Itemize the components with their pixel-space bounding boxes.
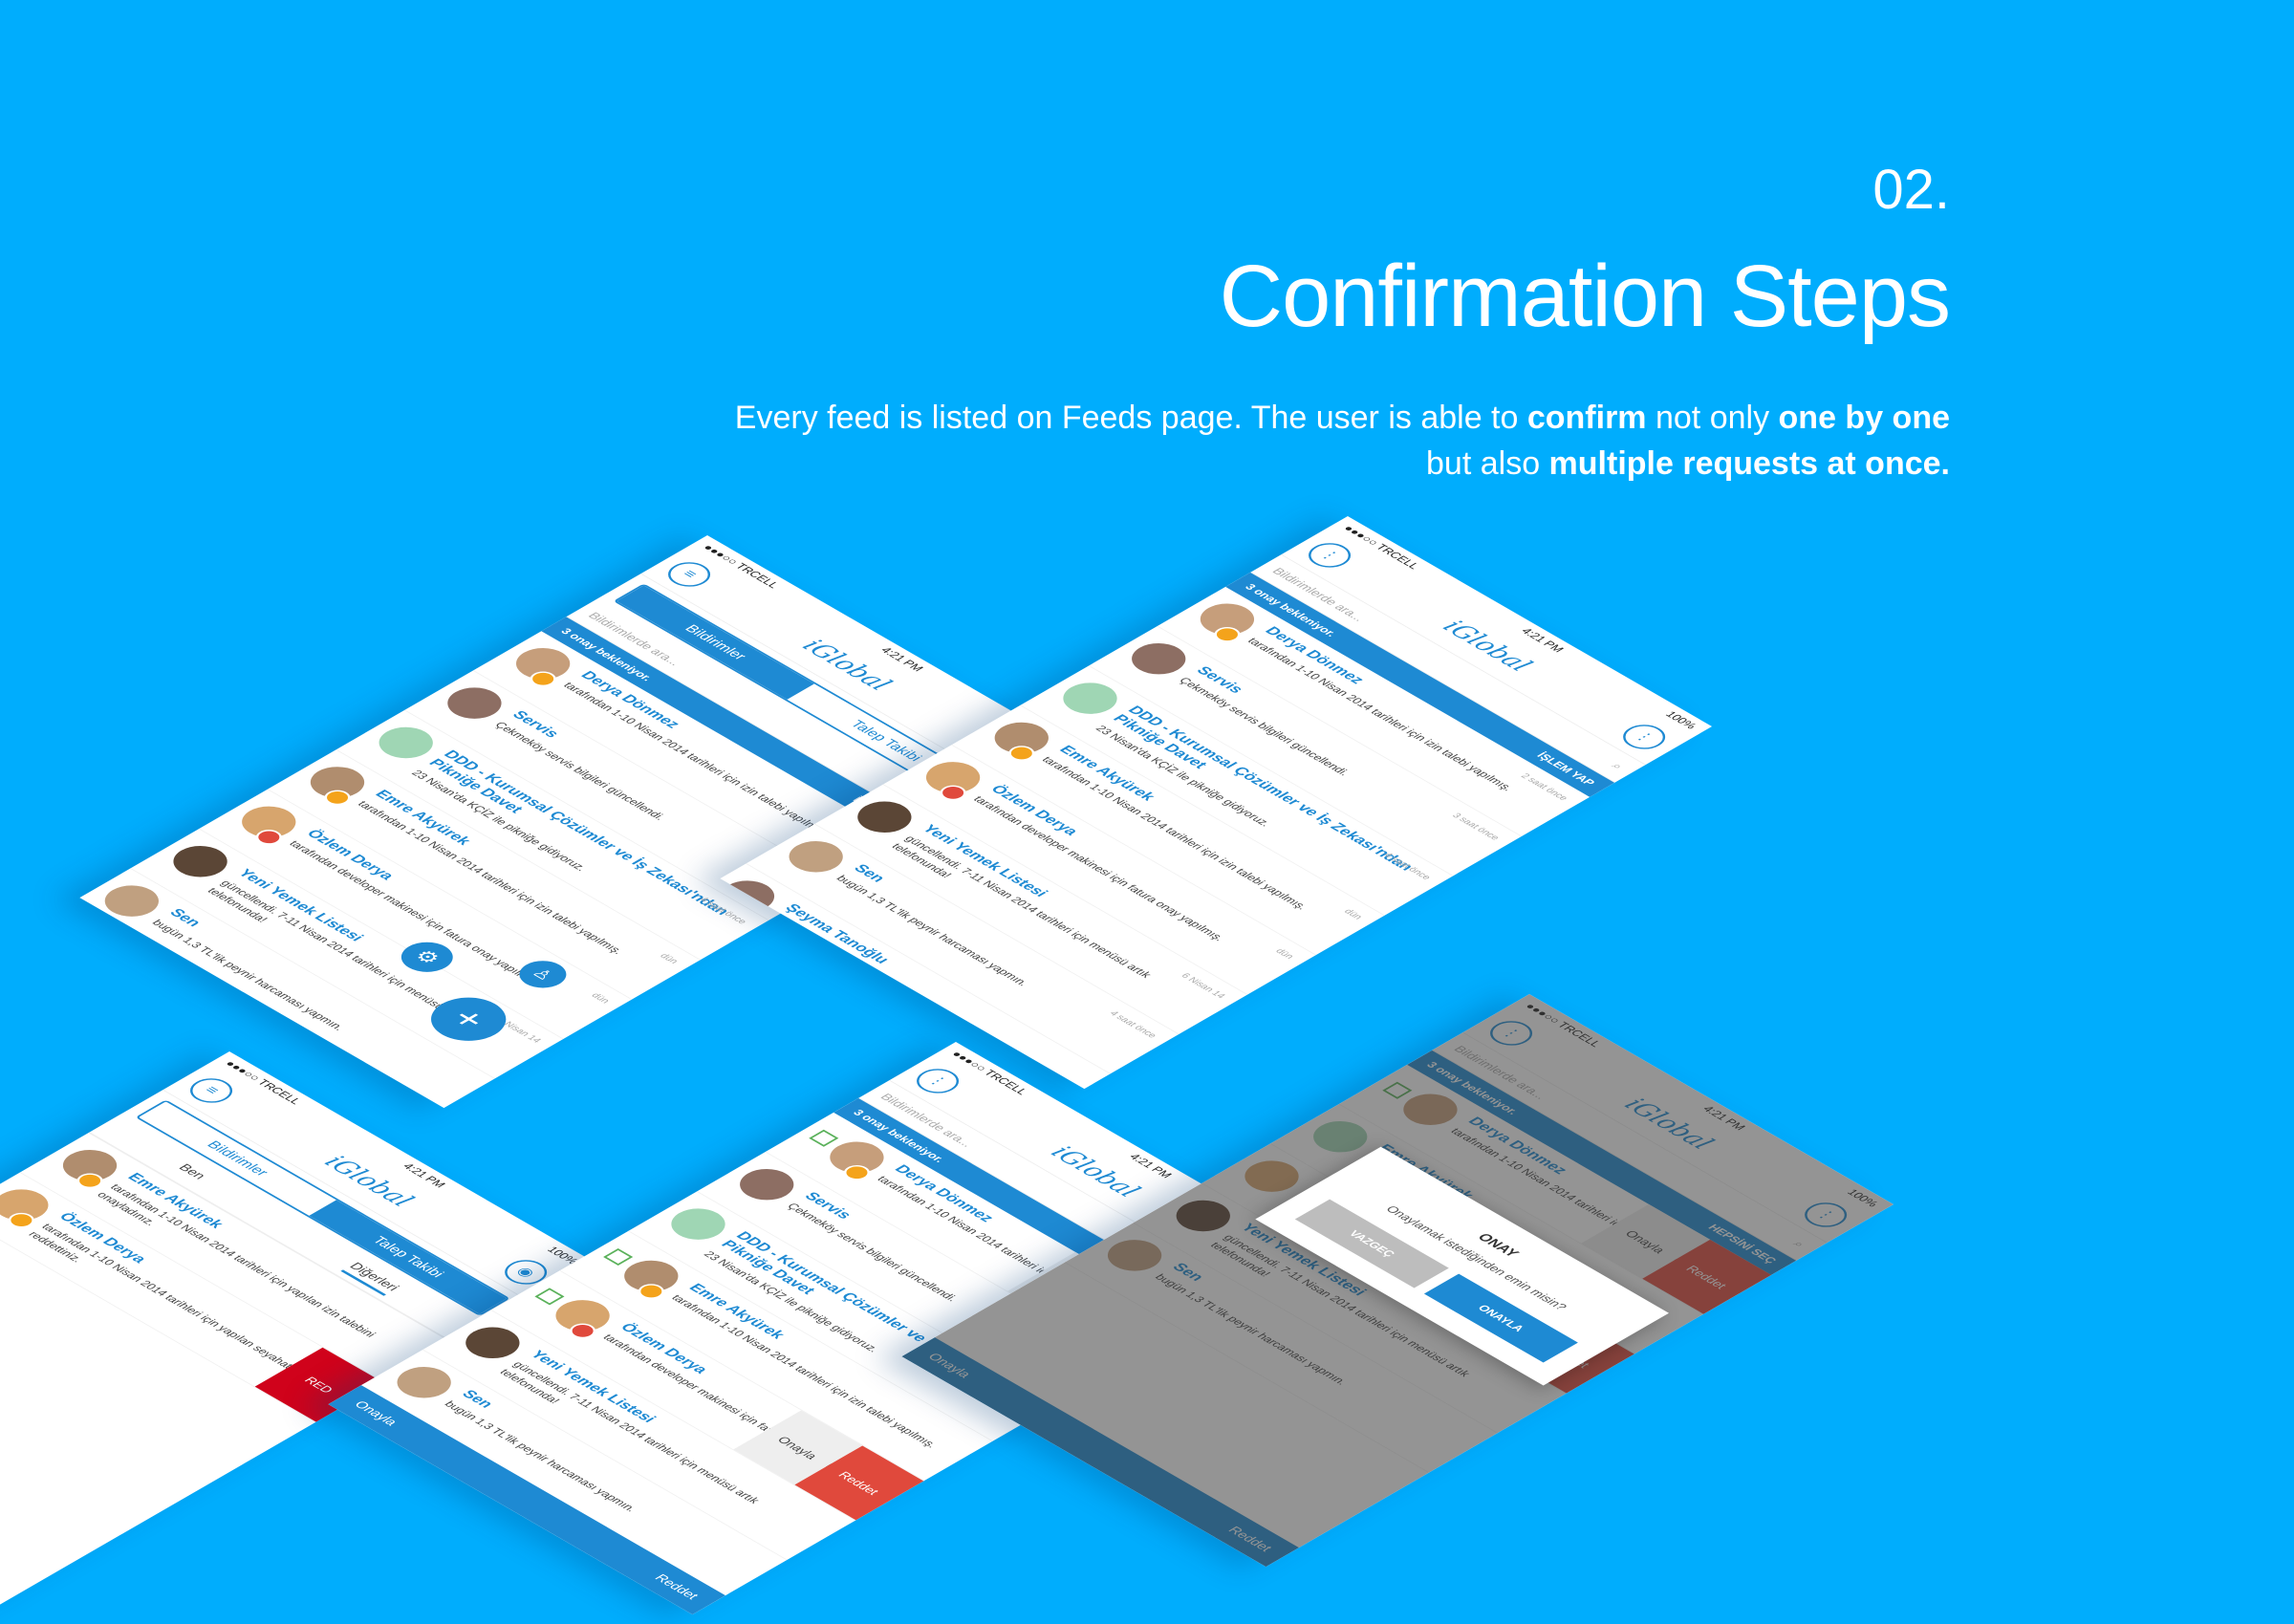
avatar xyxy=(1096,1233,1173,1278)
avatar xyxy=(1302,1115,1379,1159)
app-header: ⋮ iGlobal ⋮ xyxy=(1462,1005,1874,1244)
desc-part: but also xyxy=(1426,445,1549,483)
menu-icon[interactable]: ≡ xyxy=(181,1072,242,1108)
badge-icon xyxy=(1003,742,1040,764)
checkbox[interactable] xyxy=(603,1248,634,1266)
badge-icon xyxy=(250,826,288,848)
avatar xyxy=(52,1143,128,1192)
avatar xyxy=(728,1162,806,1207)
more-icon[interactable]: ⋮ xyxy=(1795,1197,1856,1232)
desc-part: Every feed is listed on Feeds page. The … xyxy=(734,400,1527,437)
search-placeholder: Bildirimlerde ara... xyxy=(1451,1043,1551,1101)
badge-icon xyxy=(72,1170,109,1192)
confirm-button[interactable]: ONAYLA xyxy=(1423,1273,1578,1363)
avatar xyxy=(454,1320,531,1365)
avatar xyxy=(385,1360,463,1405)
badge-icon xyxy=(633,1280,670,1302)
clock: 4:21 PM xyxy=(1699,1103,1749,1133)
badge-icon xyxy=(525,668,562,690)
avatar xyxy=(1120,637,1198,682)
menu-icon[interactable]: ≡ xyxy=(659,556,720,592)
select-all-button[interactable]: HEPSİNİ SEÇ xyxy=(1705,1223,1780,1266)
more-icon[interactable]: ⋮ xyxy=(907,1063,968,1098)
avatar xyxy=(1189,596,1266,645)
pending-count: 3 onay bekleniyor. xyxy=(1423,1059,1522,1116)
checkbox[interactable] xyxy=(1382,1081,1413,1099)
section-number: 02. xyxy=(1872,159,1950,221)
more-icon[interactable]: ⋮ xyxy=(1613,719,1675,754)
approve-button[interactable]: Onayla xyxy=(1581,1203,1711,1279)
search-icon[interactable]: ⌕ xyxy=(1789,1239,1808,1250)
avatar xyxy=(162,839,239,884)
desc-bold: confirm xyxy=(1526,400,1647,437)
reject-button[interactable]: Reddet xyxy=(1642,1239,1772,1314)
avatar xyxy=(505,641,581,690)
badge-icon xyxy=(3,1209,40,1231)
avatar xyxy=(299,760,376,809)
carrier: ●●●○○ TRCELL xyxy=(1522,1001,1605,1050)
avatar xyxy=(1233,1154,1310,1199)
avatar xyxy=(660,1202,737,1246)
section-description: Every feed is listed on Feeds page. The … xyxy=(516,395,1950,487)
avatar xyxy=(230,799,308,848)
avatar xyxy=(1165,1194,1242,1238)
badge-icon xyxy=(838,1161,876,1183)
avatar xyxy=(1051,676,1129,721)
hero-section: 02. Confirmation Steps Every feed is lis… xyxy=(516,159,1951,487)
avatar xyxy=(846,794,923,839)
phone-confirm-modal: ●●●○○ TRCELL 4:21 PM 100% ⋮ iGlobal ⋮ Bi… xyxy=(901,994,1894,1568)
phone-feed-pending: ●●●○○ TRCELL 4:21 PM 100% ⋮ iGlobal ⋮ Bi… xyxy=(720,516,1713,1090)
section-title: Confirmation Steps xyxy=(1219,248,1951,345)
badge-icon xyxy=(319,787,357,809)
battery: 100% xyxy=(1844,1187,1882,1209)
avatar xyxy=(984,716,1060,764)
checkbox[interactable] xyxy=(534,1288,565,1306)
avatar xyxy=(1392,1087,1469,1132)
cancel-button[interactable]: VAZGEÇ xyxy=(1294,1199,1449,1288)
more-icon[interactable]: ⋮ xyxy=(1481,1015,1542,1050)
avatar xyxy=(94,878,170,923)
more-icon[interactable]: ⋮ xyxy=(1299,537,1360,573)
confirm-dialog: ONAY Onaylamak istediğinden emin misin? … xyxy=(1255,1146,1669,1386)
badge-icon xyxy=(564,1320,601,1342)
desc-bold: one by one xyxy=(1778,400,1950,437)
status-bar: ●●●○○ TRCELL 4:21 PM 100% xyxy=(1509,994,1894,1216)
avatar xyxy=(367,721,444,766)
search-icon[interactable]: ⌕ xyxy=(1608,761,1627,772)
avatar xyxy=(436,681,513,725)
app-logo: iGlobal xyxy=(1617,1094,1720,1154)
desc-bold: multiple requests at once. xyxy=(1548,445,1950,483)
checkbox[interactable] xyxy=(809,1129,839,1147)
desc-part: not only xyxy=(1646,400,1779,437)
badge-icon xyxy=(935,782,972,804)
avatar xyxy=(915,755,991,804)
avatar xyxy=(777,834,855,879)
bottom-reject-button[interactable]: Reddet xyxy=(1225,1525,1276,1554)
badge-icon xyxy=(1208,623,1245,645)
tab-me[interactable]: Ben xyxy=(170,1161,209,1184)
